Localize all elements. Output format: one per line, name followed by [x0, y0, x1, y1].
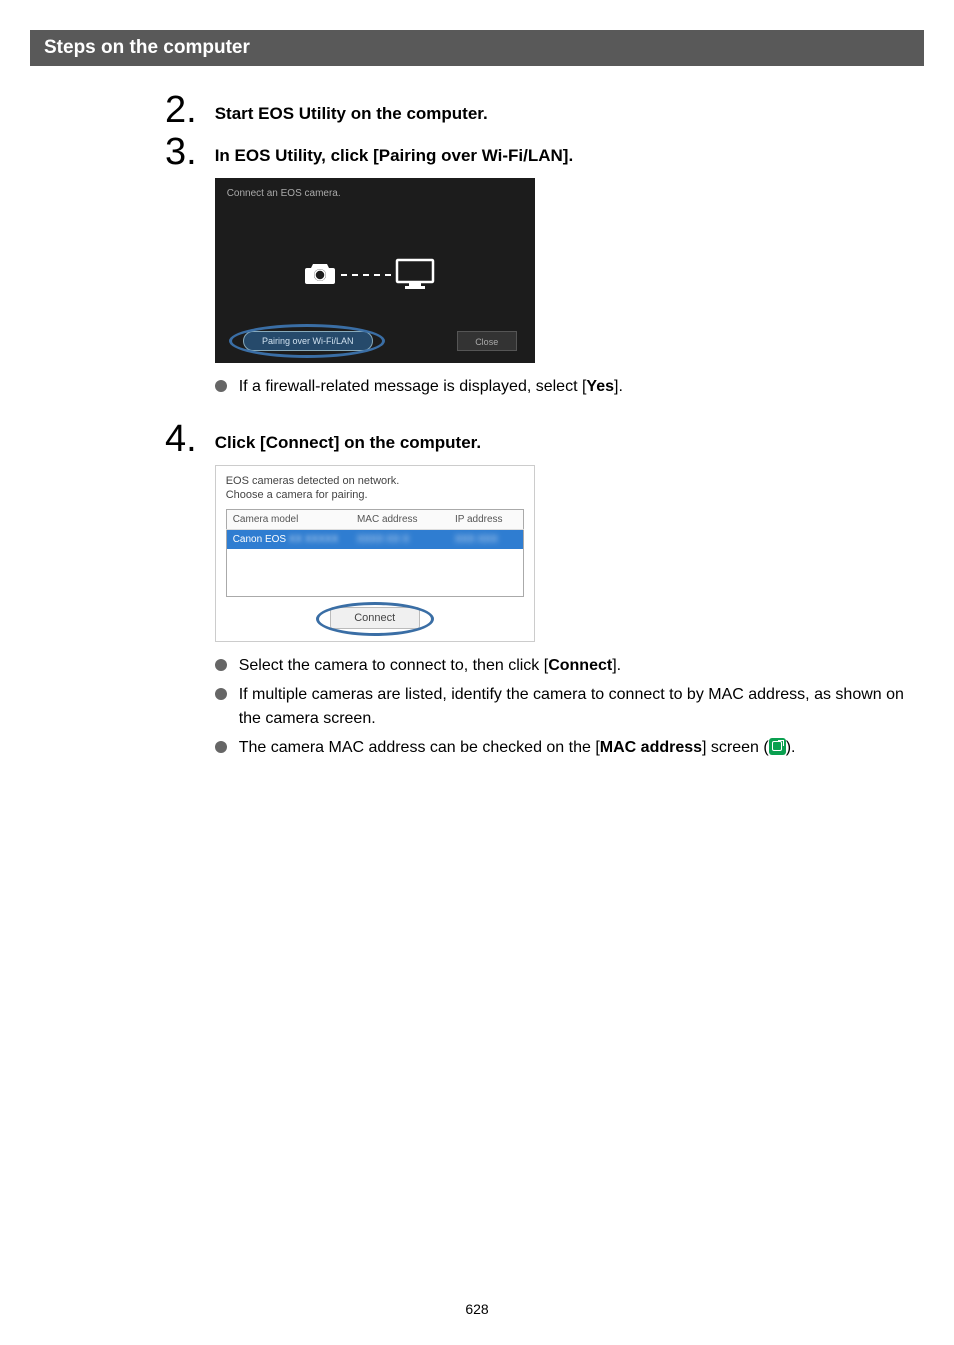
column-header: Camera model	[226, 509, 351, 529]
link-icon	[769, 738, 786, 755]
text: Select the camera to connect to, then cl…	[239, 657, 549, 674]
text: ] screen (	[702, 739, 769, 756]
table-row[interactable]: Canon EOS XX XXXXX XXXX XX X XXX XXX	[226, 529, 523, 549]
bullet-icon	[215, 380, 227, 392]
step-heading: Click [Connect] on the computer.	[215, 433, 909, 453]
connect-button[interactable]: Connect	[330, 607, 420, 629]
monitor-icon	[395, 256, 435, 293]
text-bold: Connect	[548, 657, 612, 674]
column-header: MAC address	[351, 509, 449, 529]
text-bold: Yes	[586, 378, 614, 395]
steps-list: 2. Start EOS Utility on the computer. 3.…	[165, 91, 909, 759]
text: The camera MAC address can be checked on…	[239, 739, 600, 756]
text-bold: MAC address	[600, 739, 702, 756]
pairing-over-wifi-lan-button[interactable]: Pairing over Wi-Fi/LAN	[243, 331, 373, 351]
bullet-icon	[215, 659, 227, 671]
camera-table: Camera model MAC address IP address Cano…	[226, 509, 524, 598]
page-number: 628	[0, 1301, 954, 1317]
eos-utility-pairing-dialog: EOS cameras detected on network. Choose …	[215, 465, 909, 642]
text: If multiple cameras are listed, identify…	[239, 683, 909, 729]
bullet-icon	[215, 688, 227, 700]
step-2: 2. Start EOS Utility on the computer.	[165, 91, 909, 129]
select-camera-note: Select the camera to connect to, then cl…	[215, 654, 909, 677]
mac-address-cell: XXXX XX X	[351, 529, 449, 549]
step-number: 4.	[165, 420, 197, 458]
step-3: 3. In EOS Utility, click [Pairing over W…	[165, 133, 909, 398]
close-button[interactable]: Close	[457, 331, 517, 351]
step-heading: Start EOS Utility on the computer.	[215, 104, 909, 124]
dialog-text: EOS cameras detected on network. Choose …	[226, 474, 524, 503]
multiple-cameras-note: If multiple cameras are listed, identify…	[215, 683, 909, 729]
table-row	[226, 581, 523, 597]
table-row	[226, 565, 523, 581]
bullet-icon	[215, 741, 227, 753]
table-row	[226, 549, 523, 565]
camera-model-cell: Canon EOS XX XXXXX	[226, 529, 351, 549]
mac-address-note: The camera MAC address can be checked on…	[215, 736, 909, 759]
text: ].	[612, 657, 621, 674]
text: ).	[786, 739, 796, 756]
step-number: 2.	[165, 91, 197, 129]
step-number: 3.	[165, 133, 197, 171]
section-header: Steps on the computer	[30, 30, 924, 66]
text: ].	[614, 378, 623, 395]
firewall-note: If a firewall-related message is display…	[215, 375, 909, 398]
column-header: IP address	[449, 509, 523, 529]
step-heading: In EOS Utility, click [Pairing over Wi-F…	[215, 146, 909, 166]
mac-address-link[interactable]	[769, 739, 786, 756]
dialog-title: Connect an EOS camera.	[227, 188, 341, 199]
eos-utility-dark-dialog: Connect an EOS camera.	[215, 178, 909, 363]
ip-address-cell: XXX XXX	[449, 529, 523, 549]
text: If a firewall-related message is display…	[239, 378, 587, 395]
connection-line-icon	[341, 274, 391, 276]
camera-icon	[303, 260, 337, 286]
step-4: 4. Click [Connect] on the computer. EOS …	[165, 420, 909, 759]
